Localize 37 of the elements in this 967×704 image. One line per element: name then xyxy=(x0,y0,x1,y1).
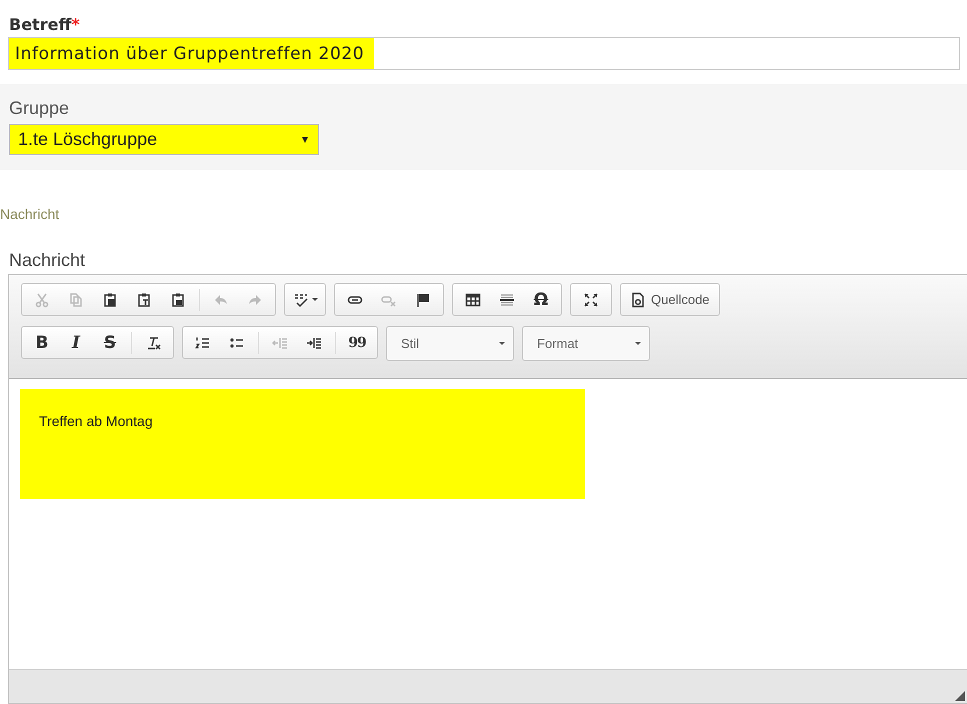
dropdown-label: Stil xyxy=(401,336,420,351)
spellcheck-icon xyxy=(292,292,308,308)
required-mark: * xyxy=(71,15,80,34)
copy-icon xyxy=(68,292,84,308)
toolbar-button[interactable]: I xyxy=(59,330,93,356)
paste-word-icon xyxy=(170,292,186,308)
field-label: Nachricht xyxy=(8,250,86,272)
toolbar-button[interactable]: 99 xyxy=(340,330,374,356)
cut-icon xyxy=(34,292,50,308)
dropdown[interactable]: Stil xyxy=(386,326,514,361)
caret-icon xyxy=(302,136,308,142)
resize-handle[interactable] xyxy=(955,691,965,701)
maximize-icon xyxy=(583,292,599,308)
toolbar-button[interactable]: Ω xyxy=(524,286,558,312)
toolbar-button[interactable]: S xyxy=(93,330,127,356)
select-field[interactable]: 1.te Löschgruppe xyxy=(9,124,319,155)
toolbar-button[interactable]: B xyxy=(25,330,59,356)
paste-text-icon xyxy=(136,292,152,308)
caret-icon xyxy=(312,298,318,301)
dropdown-label: Format xyxy=(537,336,578,351)
dropdown[interactable]: Format xyxy=(522,326,650,361)
caret-icon xyxy=(635,342,641,345)
remove-format-icon xyxy=(145,334,161,350)
input-field[interactable]: Information über Gruppentreffen 2020 xyxy=(8,37,960,70)
flag-icon xyxy=(415,292,431,308)
button-label: Quellcode xyxy=(651,292,710,307)
horizontal-line-icon xyxy=(499,292,515,308)
document-icon xyxy=(630,292,646,308)
table-icon xyxy=(465,292,481,308)
numbered-list-icon xyxy=(195,334,211,350)
source-button[interactable]: Quellcode xyxy=(624,286,716,312)
field-label: Betreff xyxy=(9,15,72,34)
field-label: Gruppe xyxy=(9,97,70,120)
paste-icon xyxy=(102,292,118,308)
message-text: Treffen ab Montag xyxy=(39,413,153,429)
caret-icon xyxy=(499,342,505,345)
section-caption: Nachricht xyxy=(0,206,60,224)
